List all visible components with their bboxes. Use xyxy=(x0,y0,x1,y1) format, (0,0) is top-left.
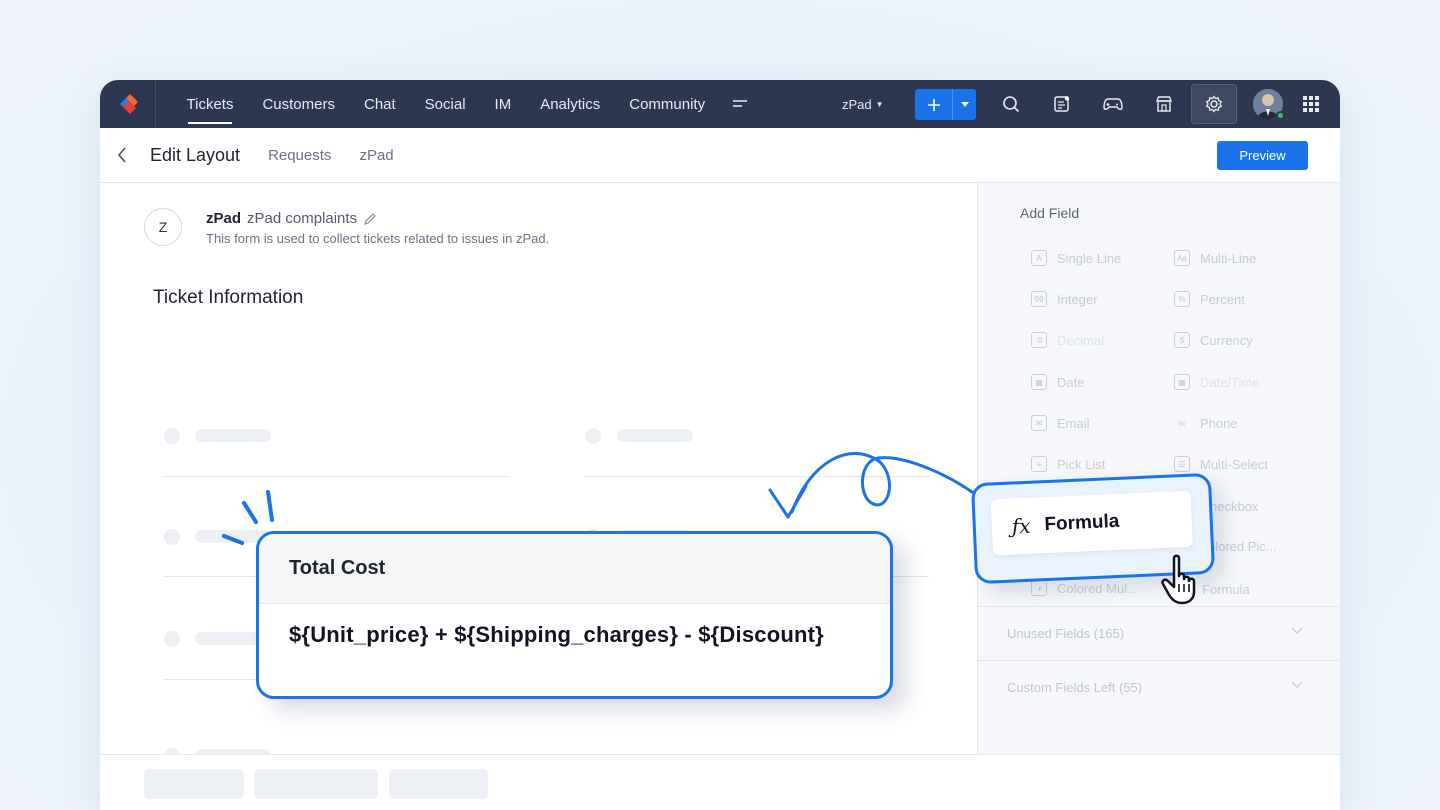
total-cost-formula-card: Total Cost ${Unit_price} + ${Shipping_ch… xyxy=(256,531,893,699)
email-icon: ✉ xyxy=(1031,415,1047,431)
form-name-row: zPad zPad complaints xyxy=(206,210,377,227)
formula-field-button[interactable]: ƒx Formula xyxy=(990,490,1193,556)
placeholder-footer-button xyxy=(389,769,488,799)
settings-icon[interactable] xyxy=(1191,84,1237,124)
logo-icon xyxy=(119,94,138,114)
placeholder-field-dot xyxy=(164,428,180,444)
add-field-panel: Add Field A Single Line Aa Multi-Line 99 In… xyxy=(977,183,1340,755)
section-title: Ticket Information xyxy=(153,287,304,308)
layout-subheader: Edit Layout Requests zPad Preview xyxy=(100,128,1340,183)
nav-tab-customers[interactable]: Customers xyxy=(248,80,350,128)
online-status-dot xyxy=(1276,111,1285,120)
app-logo[interactable] xyxy=(100,80,156,128)
nav-tab-chat[interactable]: Chat xyxy=(349,80,410,128)
placeholder-footer-button xyxy=(254,769,378,799)
breadcrumb-requests[interactable]: Requests xyxy=(268,147,331,164)
field-colored-multi-select[interactable]: ◑ Colored Mul... xyxy=(1031,580,1138,596)
apps-grid-icon[interactable] xyxy=(1288,80,1334,128)
layout-name: zPad complaints xyxy=(247,210,358,227)
nav-tabs: Tickets Customers Chat Social IM Analyti… xyxy=(172,80,760,128)
form-description: This form is used to collect tickets rel… xyxy=(206,231,550,246)
placeholder-field-dot xyxy=(164,631,180,647)
field-formula[interactable]: Formula xyxy=(1202,582,1250,597)
field-multi-select[interactable]: ☰ Multi-Select xyxy=(1174,456,1268,472)
calendar-clock-icon: ▦ xyxy=(1174,374,1190,390)
field-integer[interactable]: 99 Integer xyxy=(1031,291,1097,307)
caret-down-icon: ▼ xyxy=(875,99,884,109)
formula-expression: ${Unit_price} + ${Shipping_charges} - ${… xyxy=(289,622,824,647)
field-colored-pick-list[interactable]: olored Pic... xyxy=(1208,539,1277,554)
nav-tab-im[interactable]: IM xyxy=(480,80,526,128)
phone-icon: ☏ xyxy=(1176,418,1187,428)
field-pick-list[interactable]: ≡ Pick List xyxy=(1031,456,1105,472)
nav-more-icon[interactable] xyxy=(720,80,760,128)
field-date[interactable]: ▦ Date xyxy=(1031,374,1084,390)
placeholder-footer-button xyxy=(144,769,244,799)
formula-field-label: Formula xyxy=(1044,510,1120,536)
unused-fields-section[interactable]: Unused Fields (165) xyxy=(978,606,1340,660)
integer-icon: 99 xyxy=(1031,291,1047,307)
field-email[interactable]: ✉ Email xyxy=(1031,415,1090,431)
department-label: zPad xyxy=(206,210,242,227)
placeholder-field-label xyxy=(617,429,693,442)
placeholder-field-dot xyxy=(585,428,601,444)
plus-icon xyxy=(915,89,953,120)
total-cost-title: Total Cost xyxy=(259,534,890,604)
back-chevron-icon[interactable] xyxy=(100,128,144,183)
layout-footer xyxy=(100,754,1340,810)
calendar-icon: ▦ xyxy=(1031,374,1047,390)
form-avatar: Z xyxy=(144,208,182,246)
nav-tab-social[interactable]: Social xyxy=(410,80,480,128)
add-new-button[interactable] xyxy=(915,89,976,120)
page-title: Edit Layout xyxy=(150,144,241,165)
custom-fields-left-section[interactable]: Custom Fields Left (55) xyxy=(978,660,1340,714)
field-currency[interactable]: $ Currency xyxy=(1174,332,1253,348)
breadcrumb-zpad[interactable]: zPad xyxy=(359,147,393,164)
notes-icon[interactable] xyxy=(1039,80,1085,128)
decimal-icon: .0 xyxy=(1031,332,1047,348)
placeholder-field-dot xyxy=(164,529,180,545)
nav-tab-tickets[interactable]: Tickets xyxy=(172,80,248,128)
department-name: zPad xyxy=(842,96,872,112)
multi-line-icon: Aa xyxy=(1174,250,1190,266)
add-field-title: Add Field xyxy=(1020,205,1080,221)
currency-icon: $ xyxy=(1174,332,1190,348)
multi-select-icon: ☰ xyxy=(1174,456,1190,472)
field-phone[interactable]: ☏ Phone xyxy=(1174,415,1238,431)
department-switcher[interactable]: zPad ▼ xyxy=(842,80,884,128)
placeholder-field-line xyxy=(585,476,929,477)
pick-list-icon: ≡ xyxy=(1031,456,1047,472)
percent-icon: % xyxy=(1174,291,1190,307)
placeholder-field-line xyxy=(164,476,508,477)
app-window: Tickets Customers Chat Social IM Analyti… xyxy=(100,80,1340,810)
store-icon[interactable] xyxy=(1141,80,1187,128)
placeholder-field-label xyxy=(195,429,271,442)
search-icon[interactable] xyxy=(988,80,1034,128)
field-date-time[interactable]: ▦ Date/Time xyxy=(1174,374,1259,390)
field-checkbox[interactable]: heckbox xyxy=(1210,499,1258,514)
nav-tab-analytics[interactable]: Analytics xyxy=(526,80,615,128)
hand-cursor-icon xyxy=(1161,554,1196,605)
formula-fx-icon: ƒx xyxy=(1011,513,1032,539)
edit-pencil-icon[interactable] xyxy=(363,212,377,226)
chevron-down-icon xyxy=(1291,681,1303,688)
nav-tab-community[interactable]: Community xyxy=(615,80,720,128)
chevron-down-icon xyxy=(1291,627,1303,634)
field-percent[interactable]: % Percent xyxy=(1174,291,1245,307)
colored-multi-select-icon: ◑ xyxy=(1031,580,1047,596)
single-line-icon: A xyxy=(1031,250,1047,266)
field-single-line[interactable]: A Single Line xyxy=(1031,250,1121,266)
preview-button[interactable]: Preview xyxy=(1217,141,1308,170)
top-nav: Tickets Customers Chat Social IM Analyti… xyxy=(100,80,1340,128)
field-multi-line[interactable]: Aa Multi-Line xyxy=(1174,250,1256,266)
field-decimal[interactable]: .0 Decimal xyxy=(1031,332,1104,348)
gamepad-icon[interactable] xyxy=(1090,80,1136,128)
add-dropdown-caret-icon[interactable] xyxy=(953,89,976,120)
